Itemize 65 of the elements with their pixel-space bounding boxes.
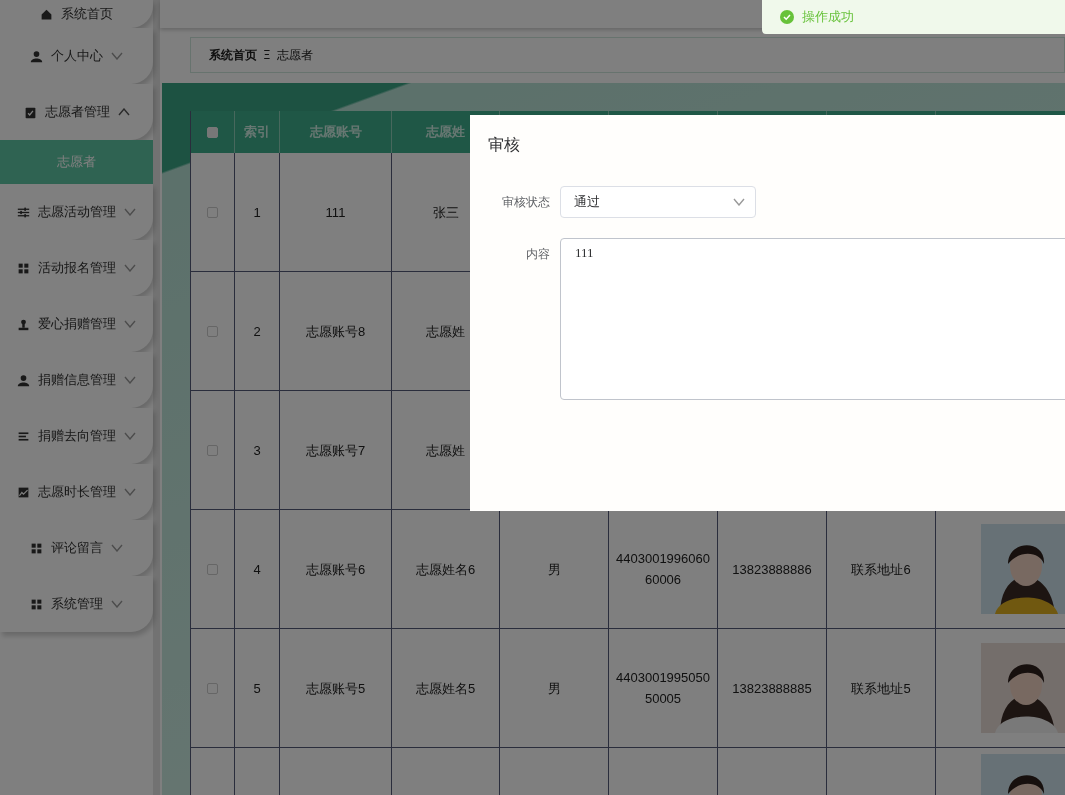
- table-cell-text: 13823888885: [732, 679, 812, 698]
- sidebar-item[interactable]: 个人中心: [0, 28, 153, 84]
- sidebar-item[interactable]: 捐赠去向管理: [0, 408, 153, 464]
- row-checkbox[interactable]: [207, 563, 218, 575]
- table-cell-text: 111: [325, 203, 346, 222]
- column-header: 志愿账号: [309, 123, 362, 141]
- table-cell-text: 志愿账号7: [305, 441, 366, 460]
- chart-icon: [17, 485, 30, 499]
- row-checkbox[interactable]: [207, 325, 218, 337]
- breadcrumb-separator: Ξ: [263, 48, 271, 62]
- clipboard-icon: [23, 105, 37, 119]
- sidebar-item[interactable]: 爱心捐赠管理: [0, 296, 153, 352]
- table-cell-text: 3: [253, 441, 261, 460]
- lines-icon: [17, 429, 30, 443]
- stamp-icon: [17, 317, 30, 331]
- check-circle-icon: [780, 10, 794, 24]
- row-checkbox[interactable]: [207, 444, 218, 456]
- table-cell-text: 志愿账号6: [305, 560, 366, 579]
- grid-icon: [17, 261, 30, 275]
- table-cell-text: 5: [253, 679, 261, 698]
- table-cell-text: 440300199606060006: [615, 550, 711, 589]
- field-label: 内容: [525, 246, 550, 263]
- grid-icon: [30, 597, 43, 611]
- column-header: 志愿姓: [426, 123, 465, 141]
- sidebar-item[interactable]: 活动报名管理: [0, 240, 153, 296]
- sidebar-item[interactable]: 系统首页: [0, 0, 153, 28]
- table-cell-text: 男: [547, 560, 561, 579]
- table-cell-text: 联系地址6: [851, 560, 911, 579]
- select-all-checkbox[interactable]: [207, 126, 218, 138]
- table-cell-text: 13823888886: [732, 560, 812, 579]
- chevron-down-icon: [733, 198, 745, 206]
- breadcrumb-current: 志愿者: [276, 46, 313, 64]
- sidebar-item[interactable]: 系统管理: [0, 576, 153, 632]
- status-select[interactable]: 通过: [560, 186, 756, 218]
- table-cell-text: 440300199505050005: [615, 669, 711, 708]
- sidebar-item[interactable]: 评论留言: [0, 520, 153, 576]
- table-cell-text: 4: [253, 560, 261, 579]
- row-checkbox[interactable]: [207, 682, 218, 694]
- row-checkbox[interactable]: [207, 206, 218, 218]
- breadcrumb-link[interactable]: 系统首页: [209, 46, 257, 64]
- content-textarea[interactable]: 111: [560, 238, 1065, 400]
- sidebar-item[interactable]: 志愿时长管理: [0, 464, 153, 520]
- home-icon: [40, 7, 53, 21]
- sidebar-item[interactable]: 捐赠信息管理: [0, 352, 153, 408]
- table-cell-text: 志愿姓: [426, 322, 465, 341]
- grid-icon: [30, 541, 43, 555]
- table-cell-text: 志愿姓: [426, 441, 465, 460]
- sidebar-item[interactable]: 志愿者管理: [0, 84, 153, 140]
- table-cell-text: 男: [547, 679, 561, 698]
- table-cell-text: 志愿姓名6: [415, 560, 476, 579]
- table-cell-text: 志愿姓名5: [415, 679, 476, 698]
- dialog-title: 审核: [488, 135, 521, 156]
- column-header: 索引: [244, 123, 270, 141]
- table-cell-text: 志愿账号5: [305, 679, 366, 698]
- sidebar-item[interactable]: 志愿活动管理: [0, 184, 153, 240]
- table-cell-text: 1: [253, 203, 261, 222]
- field-label: 审核状态: [501, 194, 550, 211]
- table-cell-text: 2: [253, 322, 261, 341]
- toast-message: 操作成功: [802, 8, 854, 26]
- table-cell-text: 张三: [432, 203, 459, 222]
- user-icon: [17, 373, 30, 387]
- sliders-icon: [17, 205, 30, 219]
- user-icon: [30, 49, 43, 63]
- table-cell-text: 联系地址5: [851, 679, 911, 698]
- table-cell-text: 志愿账号8: [305, 322, 366, 341]
